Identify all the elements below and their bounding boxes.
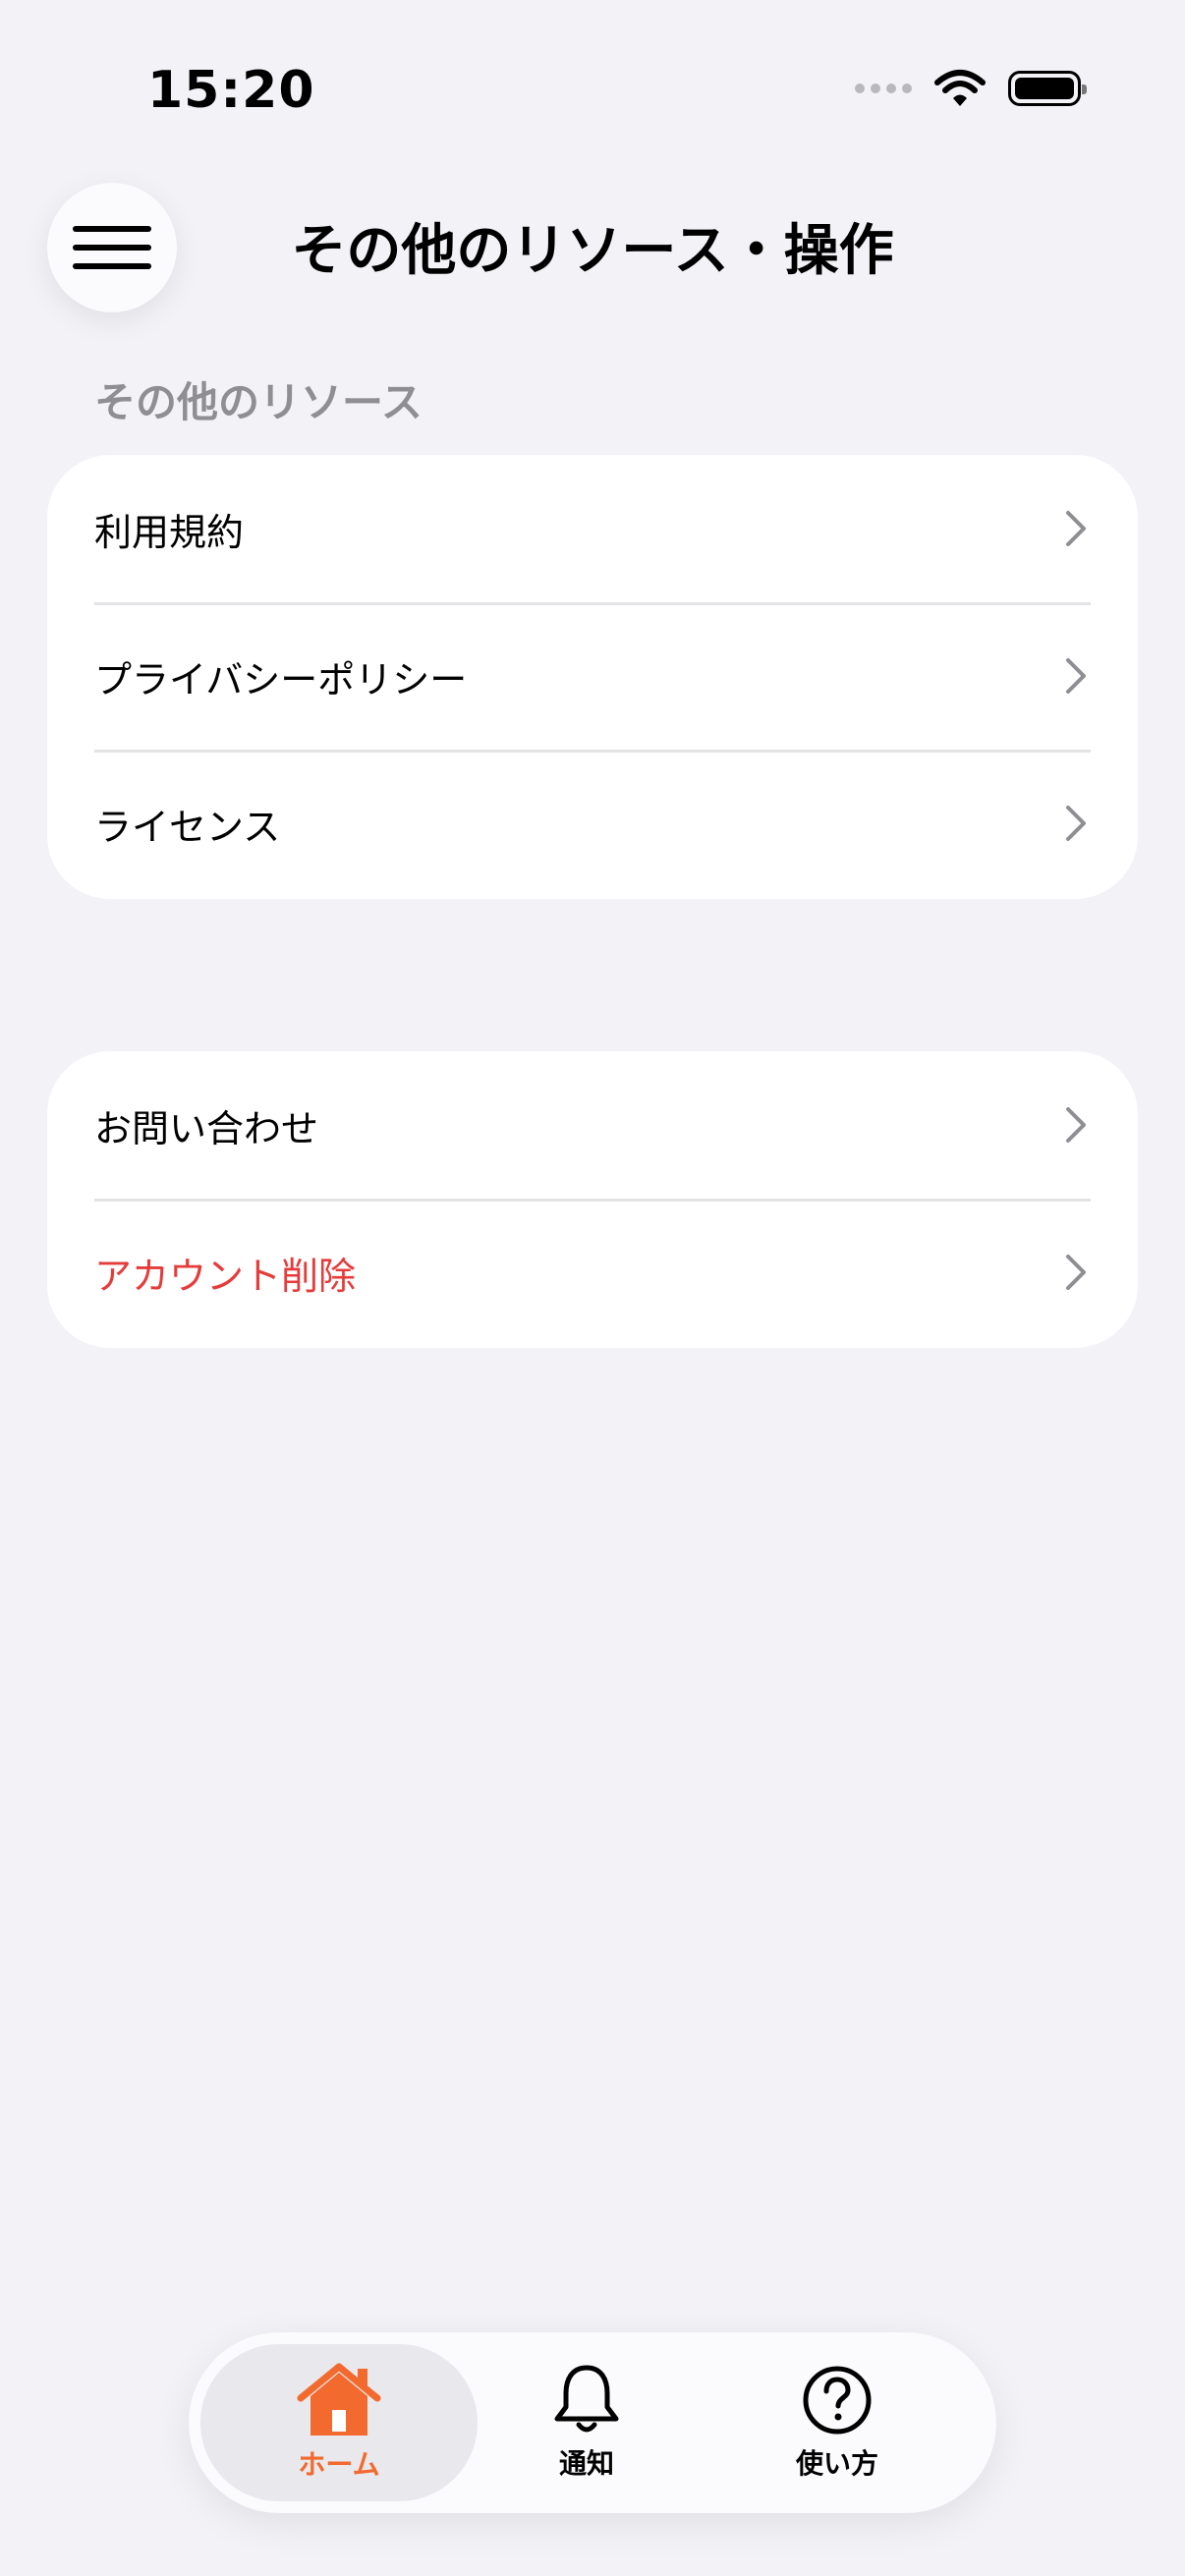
chevron-right-icon [1066, 658, 1086, 694]
list-item-label: 利用規約 [94, 510, 245, 554]
list-item-license[interactable]: ライセンス [47, 750, 1138, 897]
chevron-right-icon [1066, 1255, 1086, 1290]
chevron-right-icon [1066, 511, 1086, 546]
list-item-contact[interactable]: お問い合わせ [47, 1051, 1138, 1199]
tab-home[interactable]: ホーム [200, 2344, 478, 2501]
list-item-label: アカウント削除 [94, 1254, 357, 1298]
status-bar: 15:20 [0, 0, 1185, 167]
tab-bar: ホーム 通知 使い方 [189, 2332, 996, 2513]
tab-notifications[interactable]: 通知 [503, 2344, 670, 2501]
section-header-resources: その他のリソース [94, 378, 423, 426]
list-item-label: お問い合わせ [94, 1106, 319, 1150]
list-item-label: ライセンス [94, 805, 281, 849]
tab-label: 使い方 [795, 2447, 878, 2480]
home-icon [297, 2363, 381, 2436]
status-time: 15:20 [147, 61, 315, 120]
list-item-label: プライバシーポリシー [94, 657, 468, 701]
tab-help[interactable]: 使い方 [749, 2344, 926, 2501]
battery-icon [1008, 71, 1087, 106]
status-indicators [855, 69, 1087, 108]
help-circle-icon [803, 2366, 872, 2435]
list-item-privacy-policy[interactable]: プライバシーポリシー [47, 602, 1138, 750]
page-title: その他のリソース・操作 [291, 219, 894, 283]
bell-icon [554, 2365, 619, 2433]
cellular-signal-icon [855, 84, 912, 93]
tab-label: ホーム [298, 2448, 380, 2481]
tab-label: 通知 [558, 2447, 614, 2480]
resources-list: 利用規約 プライバシーポリシー ライセンス [47, 455, 1138, 899]
wifi-icon [934, 70, 986, 106]
list-item-terms[interactable]: 利用規約 [47, 455, 1138, 602]
chevron-right-icon [1066, 806, 1086, 841]
chevron-right-icon [1066, 1107, 1086, 1143]
actions-list: お問い合わせ アカウント削除 [47, 1051, 1138, 1348]
list-item-delete-account[interactable]: アカウント削除 [47, 1199, 1138, 1346]
